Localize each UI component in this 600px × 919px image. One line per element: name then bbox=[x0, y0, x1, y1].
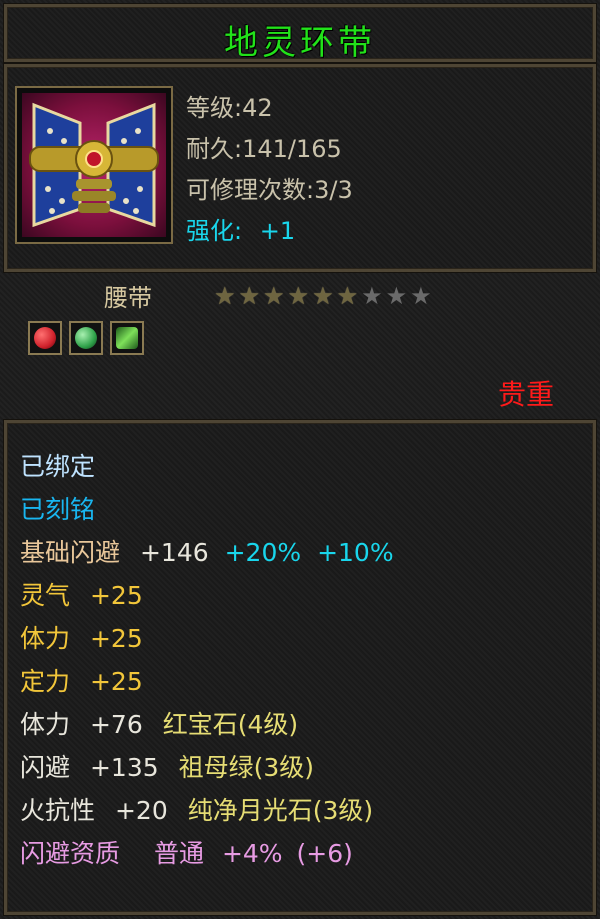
red-gem-icon bbox=[34, 327, 56, 349]
item-tooltip: 地灵环带 等级:42 耐久:141/165 可修理次数:3/3 强化: +1 腰… bbox=[0, 0, 600, 919]
attr-stamina: 体力 +25 bbox=[20, 619, 143, 655]
attr-socket-2: 闪避 +135 祖母绿(3级) bbox=[20, 748, 314, 784]
star-filled-icon: ★ bbox=[312, 282, 334, 310]
item-repairs: 可修理次数:3/3 bbox=[186, 176, 353, 204]
star-empty-icon: ★ bbox=[361, 282, 383, 310]
gem-socket-2[interactable] bbox=[69, 321, 103, 355]
attr-gem: 纯净月光石(3级) bbox=[187, 796, 374, 825]
attr-label: 闪避 bbox=[20, 753, 71, 782]
star-filled-icon: ★ bbox=[238, 282, 261, 310]
attr-socket-1: 体力 +76 红宝石(4级) bbox=[20, 705, 298, 741]
star-empty-icon: ★ bbox=[385, 282, 408, 310]
gem-sockets bbox=[28, 321, 144, 355]
attr-focus: 定力 +25 bbox=[20, 662, 143, 698]
enhance-label: 强化: bbox=[186, 217, 243, 245]
attr-value: +25 bbox=[89, 667, 143, 696]
title-bar: 地灵环带 bbox=[4, 4, 596, 63]
engraved-status: 已刻铭 bbox=[20, 495, 96, 524]
attr-value: +146 bbox=[139, 538, 209, 567]
item-durability: 耐久:141/165 bbox=[186, 135, 342, 163]
moonstone-gem-icon bbox=[116, 327, 138, 349]
attr-pct: +4% bbox=[221, 839, 283, 868]
attr-grade: 普通 bbox=[153, 839, 204, 868]
attr-value: +25 bbox=[89, 624, 143, 653]
star-rating: ★ ★ ★ ★ ★ ★ ★ ★ ★ bbox=[214, 284, 432, 308]
attr-gem: 祖母绿(3级) bbox=[178, 753, 315, 782]
attr-gem: 红宝石(4级) bbox=[162, 710, 299, 739]
attr-bonus: (+6) bbox=[296, 839, 353, 868]
attr-label: 闪避资质 bbox=[20, 839, 121, 868]
star-filled-icon: ★ bbox=[214, 282, 236, 310]
attr-label: 定力 bbox=[20, 667, 71, 696]
bound-status: 已绑定 bbox=[20, 452, 96, 481]
item-icon-slot bbox=[15, 86, 173, 244]
item-type: 腰带 bbox=[104, 284, 152, 312]
gem-socket-3[interactable] bbox=[110, 321, 144, 355]
attr-base-dodge: 基础闪避 +146 +20% +10% bbox=[20, 533, 394, 569]
green-gem-icon bbox=[75, 327, 97, 349]
attr-pct-1: +20% bbox=[224, 538, 302, 567]
belt-item-icon bbox=[22, 93, 166, 237]
gem-socket-1[interactable] bbox=[28, 321, 62, 355]
attr-label: 灵气 bbox=[20, 581, 71, 610]
item-quality: 贵重 bbox=[497, 378, 554, 411]
star-filled-icon: ★ bbox=[263, 282, 285, 310]
attr-aptitude: 闪避资质 普通 +4% (+6) bbox=[20, 834, 353, 870]
item-enhance: 强化: +1 bbox=[186, 211, 295, 246]
attr-label: 体力 bbox=[20, 710, 71, 739]
item-name: 地灵环带 bbox=[224, 23, 376, 63]
attr-value: +25 bbox=[89, 581, 143, 610]
attr-socket-3: 火抗性 +20 纯净月光石(3级) bbox=[20, 791, 373, 827]
attr-label: 体力 bbox=[20, 624, 71, 653]
star-filled-icon: ★ bbox=[336, 282, 359, 310]
attr-pct-2: +10% bbox=[317, 538, 394, 567]
attr-value: +20 bbox=[114, 796, 168, 825]
item-level: 等级:42 bbox=[186, 94, 273, 122]
enhance-value: +1 bbox=[259, 217, 296, 245]
attr-aura: 灵气 +25 bbox=[20, 576, 143, 612]
star-empty-icon: ★ bbox=[410, 282, 432, 310]
attr-label: 基础闪避 bbox=[20, 538, 121, 567]
attr-label: 火抗性 bbox=[20, 796, 96, 825]
star-filled-icon: ★ bbox=[287, 282, 310, 310]
attr-value: +135 bbox=[89, 753, 159, 782]
attr-value: +76 bbox=[89, 710, 143, 739]
